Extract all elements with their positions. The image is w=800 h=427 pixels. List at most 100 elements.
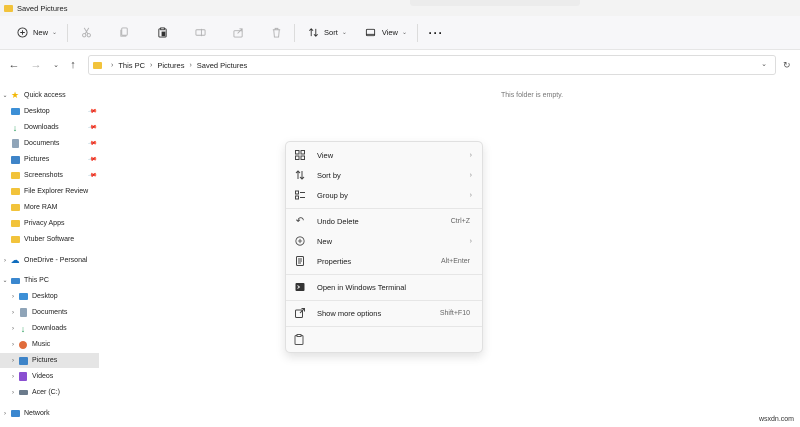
menu-shortcut: Ctrl+Z <box>450 217 470 225</box>
address-row: ← → ⌄ ↑ › This PC › Pictures › Saved Pic… <box>0 51 800 79</box>
rename-button[interactable] <box>188 22 212 44</box>
sidebar-item-label: Pictures <box>32 357 58 364</box>
refresh-icon[interactable]: ↻ <box>783 60 791 71</box>
menu-item-sort-by[interactable]: Sort by › <box>290 166 480 184</box>
chevron-right-icon: › <box>469 191 472 199</box>
sidebar-item-downloads[interactable]: ↓ Downloads 📌 <box>0 120 99 135</box>
more-options-button[interactable]: ··· <box>424 22 448 44</box>
sort-button[interactable]: Sort ⌄ <box>301 22 351 44</box>
sidebar-item-pc-pictures[interactable]: › Pictures <box>0 353 99 368</box>
breadcrumb-pictures[interactable]: Pictures <box>157 61 184 70</box>
sidebar-item-more-ram[interactable]: More RAM <box>0 200 99 215</box>
pin-icon: 📌 <box>87 171 97 181</box>
rename-icon <box>192 25 208 41</box>
pictures-icon <box>18 356 28 365</box>
paste-icon <box>294 333 304 345</box>
sidebar-item-pc-videos[interactable]: › Videos <box>0 369 99 384</box>
sidebar-item-desktop[interactable]: Desktop 📌 <box>0 104 99 119</box>
menu-divider <box>286 326 482 327</box>
sidebar-item-pc-desktop[interactable]: › Desktop <box>0 289 99 304</box>
more-icon: ··· <box>428 25 444 40</box>
chevron-right-icon: › <box>12 389 14 396</box>
sidebar-item-pc-music[interactable]: › Music <box>0 337 99 352</box>
view-button[interactable]: View ⌄ <box>359 22 411 44</box>
sidebar-item-pc-downloads[interactable]: › ↓ Downloads <box>0 321 99 336</box>
menu-divider <box>286 208 482 209</box>
computer-icon <box>10 276 20 285</box>
sidebar-item-this-pc[interactable]: ⌄ This PC <box>0 273 99 288</box>
desktop-icon <box>18 292 28 301</box>
arrow-right-icon: → <box>30 59 42 71</box>
terminal-icon <box>294 281 306 293</box>
context-menu: View › Sort by › Group by › ↶ Undo Delet… <box>285 141 483 353</box>
chevron-right-icon: › <box>469 237 472 245</box>
grid-icon <box>294 149 306 161</box>
breadcrumb-saved-pictures[interactable]: Saved Pictures <box>197 61 247 70</box>
back-button[interactable]: ← <box>3 54 25 76</box>
sidebar-item-documents[interactable]: Documents 📌 <box>0 136 99 151</box>
sort-label: Sort <box>324 28 338 37</box>
breadcrumb-this-pc[interactable]: This PC <box>118 61 145 70</box>
folder-icon <box>10 235 20 244</box>
pin-icon: 📌 <box>87 155 97 165</box>
forward-button[interactable]: → <box>25 54 47 76</box>
menu-item-view[interactable]: View › <box>290 146 480 164</box>
pin-icon: 📌 <box>87 123 97 133</box>
group-icon <box>294 189 306 201</box>
sidebar-item-label: Screenshots <box>24 172 63 179</box>
sort-icon <box>305 25 321 41</box>
sidebar-item-label: Acer (C:) <box>32 389 60 396</box>
chevron-down-icon: ⌄ <box>52 30 58 36</box>
sidebar-item-screenshots[interactable]: Screenshots 📌 <box>0 168 99 183</box>
menu-item-new[interactable]: New › <box>290 232 480 250</box>
cut-button[interactable] <box>74 22 98 44</box>
chevron-down-icon: ⌄ <box>401 30 407 36</box>
sidebar-item-quick-access[interactable]: ⌄ ★ Quick access <box>0 88 99 103</box>
chevron-right-icon: › <box>12 293 14 300</box>
menu-item-group-by[interactable]: Group by › <box>290 186 480 204</box>
sidebar-item-label: Quick access <box>24 92 66 99</box>
watermark: wsxdn.com <box>758 416 794 423</box>
chevron-down-icon: ⌄ <box>2 278 8 284</box>
menu-item-label: Sort by <box>317 170 341 180</box>
chevron-down-icon[interactable]: ⌄ <box>761 60 767 68</box>
menu-item-properties[interactable]: Properties Alt+Enter <box>290 252 480 270</box>
sidebar-item-pictures[interactable]: Pictures 📌 <box>0 152 99 167</box>
toolbar-divider <box>294 23 296 42</box>
network-icon <box>10 409 20 418</box>
desktop-icon <box>10 107 20 116</box>
menu-item-label: Open in Windows Terminal <box>317 282 407 292</box>
menu-item-undo-delete[interactable]: ↶ Undo Delete Ctrl+Z <box>290 212 480 230</box>
delete-button[interactable] <box>264 22 288 44</box>
menu-item-open-terminal[interactable]: Open in Windows Terminal <box>290 278 480 296</box>
sidebar-item-pc-drive-c[interactable]: › Acer (C:) <box>0 385 99 400</box>
title-bar: Saved Pictures <box>0 0 800 16</box>
documents-icon <box>10 139 20 148</box>
sidebar-item-network[interactable]: › Network <box>0 406 99 421</box>
documents-icon <box>18 308 28 317</box>
title-drag-region <box>410 0 580 6</box>
up-button[interactable]: ↑ <box>62 54 84 76</box>
copy-button[interactable] <box>112 22 136 44</box>
pin-icon: 📌 <box>87 139 97 149</box>
chevron-right-icon: › <box>12 373 14 380</box>
view-icon <box>363 25 379 41</box>
download-icon: ↓ <box>20 323 26 334</box>
sidebar-item-label: Documents <box>32 309 68 316</box>
paste-button[interactable] <box>150 22 174 44</box>
sidebar-item-file-explorer-review[interactable]: File Explorer Review <box>0 184 99 199</box>
sidebar-item-vtuber-software[interactable]: Vtuber Software <box>0 232 99 247</box>
new-button[interactable]: New ⌄ <box>10 22 61 44</box>
sidebar-item-pc-documents[interactable]: › Documents <box>0 305 99 320</box>
sidebar-item-privacy-apps[interactable]: Privacy Apps <box>0 216 99 231</box>
menu-item-show-more-options[interactable]: Show more options Shift+F10 <box>290 304 480 322</box>
command-bar: New ⌄ Sort ⌄ View ⌄ ··· <box>0 16 800 50</box>
video-icon <box>18 372 28 381</box>
menu-item-label: View <box>317 150 334 160</box>
pin-icon: 📌 <box>87 107 97 117</box>
menu-paste-button[interactable] <box>290 330 310 348</box>
sidebar-item-onedrive[interactable]: › ☁ OneDrive - Personal <box>0 253 99 268</box>
address-bar[interactable]: › This PC › Pictures › Saved Pictures ⌄ <box>88 55 776 75</box>
share-button[interactable] <box>226 22 250 44</box>
cloud-icon: ☁ <box>10 255 20 265</box>
